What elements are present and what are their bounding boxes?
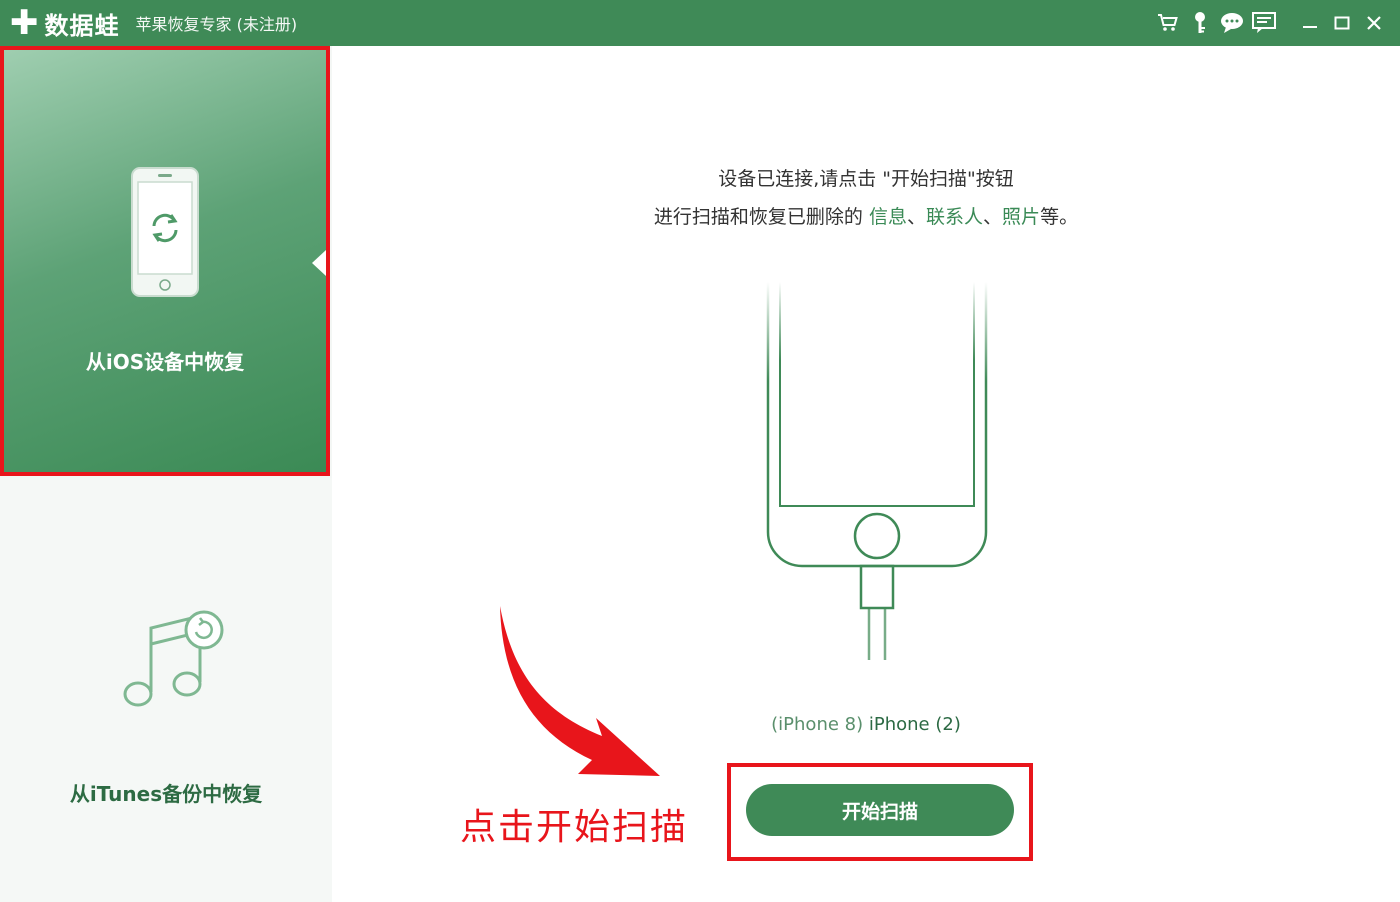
annotation-text: 点击开始扫描 (460, 807, 689, 848)
instruction-suffix: 等。 (1040, 206, 1079, 228)
separator: 、 (907, 206, 927, 228)
highlight-messages: 信息 (868, 206, 907, 228)
start-scan-button[interactable]: 开始扫描 (746, 784, 1014, 836)
app-title: 苹果恢复专家 (未注册) (135, 15, 298, 34)
minimize-icon[interactable] (1294, 7, 1326, 39)
chat-icon[interactable] (1216, 7, 1248, 39)
instruction-line-2: 进行扫描和恢复已删除的 信息、联系人、照片等。 (332, 202, 1400, 229)
window-controls (1152, 0, 1390, 46)
key-icon[interactable] (1184, 7, 1216, 39)
music-recover-icon (123, 610, 224, 707)
sidebar-item-itunes-recovery[interactable]: 从iTunes备份中恢复 (0, 478, 332, 902)
phone-recover-icon (131, 167, 199, 297)
device-name: iPhone (2) (868, 714, 961, 735)
device-model: (iPhone 8) (771, 714, 864, 735)
instruction-prefix: 进行扫描和恢复已删除的 (653, 206, 863, 228)
highlight-contacts: 联系人 (926, 206, 984, 228)
logo-plus-icon: ✚ (10, 3, 39, 43)
maximize-icon[interactable] (1326, 7, 1358, 39)
sidebar-item-label: 从iOS设备中恢复 (85, 350, 245, 374)
sidebar-item-ios-recovery[interactable]: 从iOS设备中恢复 (0, 46, 330, 476)
main-panel: 设备已连接,请点击 "开始扫描"按钮 进行扫描和恢复已删除的 信息、联系人、照片… (332, 46, 1400, 902)
annotation-arrow-icon (500, 606, 660, 776)
highlight-photos: 照片 (1002, 206, 1041, 228)
cart-icon[interactable] (1152, 7, 1184, 39)
separator: 、 (983, 206, 1003, 228)
close-icon[interactable] (1358, 7, 1390, 39)
feedback-icon[interactable] (1248, 7, 1280, 39)
instruction-line-1: 设备已连接,请点击 "开始扫描"按钮 (718, 168, 1014, 190)
active-pointer-icon (312, 250, 326, 276)
sidebar: 从iOS设备中恢复 从iTunes备份中恢复 (0, 46, 332, 902)
phone-illustration-icon (766, 282, 988, 660)
title-bar: ✚ 数据蛙 苹果恢复专家 (未注册) (0, 0, 1400, 46)
brand-name: 数据蛙 (44, 11, 120, 40)
sidebar-item-label: 从iTunes备份中恢复 (69, 782, 263, 806)
app-logo: ✚ 数据蛙 (10, 6, 120, 41)
